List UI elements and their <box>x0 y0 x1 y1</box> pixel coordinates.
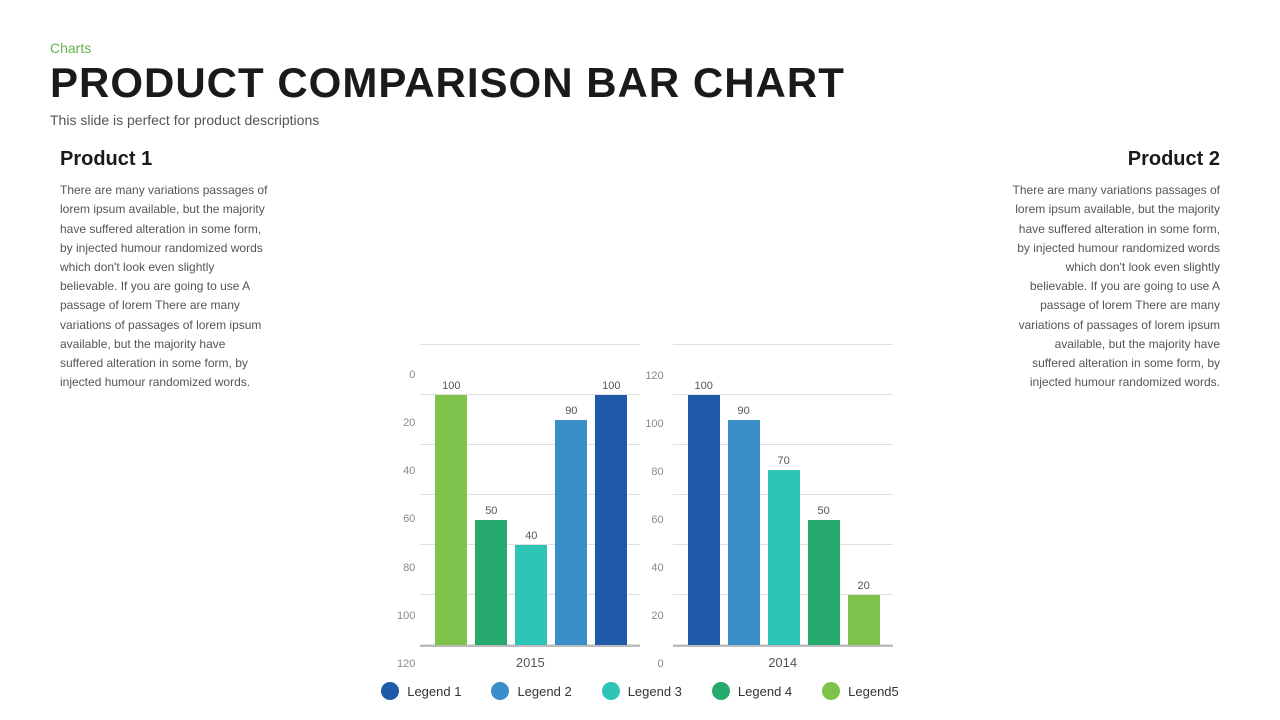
bar <box>475 520 507 645</box>
bar-col: 100 <box>688 380 720 645</box>
bar <box>435 395 467 645</box>
y-label: 80 <box>387 563 415 574</box>
product2-title: Product 2 <box>1010 148 1220 171</box>
legend-area: Legend 1 Legend 2 Legend 3 Legend 4 Lege… <box>50 682 1230 700</box>
chart1-x-label: 2015 <box>420 655 640 670</box>
bar <box>688 395 720 645</box>
legend-label-2: Legend 2 <box>517 684 571 699</box>
header-subtitle: This slide is perfect for product descri… <box>50 112 1230 128</box>
legend-item-2: Legend 2 <box>491 682 571 700</box>
y-label: 60 <box>651 514 663 526</box>
y-label: 20 <box>387 418 415 429</box>
legend-dot-3 <box>602 682 620 700</box>
bar-col: 70 <box>768 455 800 645</box>
bar <box>595 395 627 645</box>
legend-label-5: Legend5 <box>848 684 899 699</box>
chart1: 120 100 80 60 40 20 0 <box>387 345 640 670</box>
charts-area: 120 100 80 60 40 20 0 <box>280 148 1000 670</box>
bar <box>808 520 840 645</box>
y-label: 0 <box>387 370 415 381</box>
bar-col: 50 <box>808 505 840 645</box>
bar-value: 40 <box>525 530 537 542</box>
bar <box>728 420 760 645</box>
bar-col: 90 <box>555 405 587 645</box>
y-label: 100 <box>387 611 415 622</box>
bar <box>515 545 547 645</box>
legend-item-1: Legend 1 <box>381 682 461 700</box>
y-label: 120 <box>645 370 663 382</box>
slide: Charts PRODUCT COMPARISON BAR CHART This… <box>0 0 1280 720</box>
bar <box>768 470 800 645</box>
bar-col: 20 <box>848 580 880 645</box>
legend-dot-5 <box>822 682 840 700</box>
y-label: 120 <box>387 659 415 670</box>
product1-title: Product 1 <box>60 148 270 171</box>
bar-col: 40 <box>515 530 547 645</box>
y-label: 40 <box>387 466 415 477</box>
bar-value: 70 <box>778 455 790 467</box>
legend-label-1: Legend 1 <box>407 684 461 699</box>
chart2-x-label: 2014 <box>673 655 893 670</box>
bar-value: 90 <box>738 405 750 417</box>
product2-description: There are many variations passages of lo… <box>1010 181 1220 392</box>
header: Charts PRODUCT COMPARISON BAR CHART This… <box>50 40 1230 128</box>
bar-value: 90 <box>565 405 577 417</box>
legend-dot-1 <box>381 682 399 700</box>
bar <box>555 420 587 645</box>
chart1-y-axis: 120 100 80 60 40 20 0 <box>387 370 415 670</box>
bar-value: 20 <box>858 580 870 592</box>
chart2-baseline <box>673 645 893 647</box>
bar <box>848 595 880 645</box>
bar-value: 100 <box>694 380 712 392</box>
chart2: 100 90 70 <box>673 345 893 670</box>
product2-panel: Product 2 There are many variations pass… <box>1000 148 1230 670</box>
y-label: 40 <box>651 562 663 574</box>
bar-value: 100 <box>602 380 620 392</box>
legend-item-4: Legend 4 <box>712 682 792 700</box>
legend-dot-2 <box>491 682 509 700</box>
y-label: 80 <box>651 466 663 478</box>
legend-item-5: Legend5 <box>822 682 899 700</box>
bar-col: 90 <box>728 405 760 645</box>
bar-col: 100 <box>595 380 627 645</box>
product1-panel: Product 1 There are many variations pass… <box>50 148 280 670</box>
legend-label-4: Legend 4 <box>738 684 792 699</box>
bar-col: 100 <box>435 380 467 645</box>
y-label: 0 <box>658 658 664 670</box>
y-label: 60 <box>387 514 415 525</box>
y-label: 100 <box>645 418 663 430</box>
header-tag: Charts <box>50 40 1230 56</box>
legend-item-3: Legend 3 <box>602 682 682 700</box>
legend-dot-4 <box>712 682 730 700</box>
chart1-baseline <box>420 645 640 647</box>
bar-value: 100 <box>442 380 460 392</box>
legend-label-3: Legend 3 <box>628 684 682 699</box>
bar-value: 50 <box>818 505 830 517</box>
bar-value: 50 <box>485 505 497 517</box>
bar-col: 50 <box>475 505 507 645</box>
product1-description: There are many variations passages of lo… <box>60 181 270 392</box>
header-title: PRODUCT COMPARISON BAR CHART <box>50 60 1230 106</box>
content-area: Product 1 There are many variations pass… <box>50 148 1230 670</box>
y-label: 20 <box>651 610 663 622</box>
